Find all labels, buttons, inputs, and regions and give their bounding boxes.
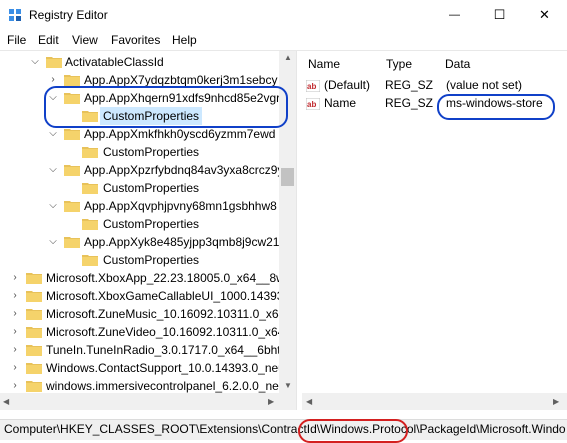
- annotation-oval-tree: [44, 86, 288, 128]
- value-name: Name: [324, 96, 357, 110]
- values-horizontal-scrollbar[interactable]: [302, 393, 567, 410]
- tree-row-contactsupport[interactable]: › Windows.ContactSupport_10.0.14393.0_ne…: [0, 359, 279, 377]
- svg-text:ab: ab: [307, 82, 316, 91]
- collapse-chevron-icon[interactable]: ⌵: [48, 197, 58, 215]
- expand-chevron-icon[interactable]: ›: [10, 305, 20, 323]
- tree-label: Microsoft.ZuneMusic_10.16092.10311.0_x64…: [46, 307, 279, 321]
- window-title: Registry Editor: [29, 8, 108, 22]
- tree-row-customproperties[interactable]: CustomProperties: [0, 143, 279, 161]
- tree-row-xboxapp[interactable]: › Microsoft.XboxApp_22.23.18005.0_x64__8…: [0, 269, 279, 287]
- expand-chevron-icon[interactable]: ›: [10, 287, 20, 305]
- tree-row-customproperties[interactable]: CustomProperties: [0, 251, 279, 269]
- ab-string-icon: ab: [305, 97, 321, 111]
- tree-row-appxpzrfyb[interactable]: ⌵ App.AppXpzrfybdnq84av3yxa8crcz9y: [0, 161, 279, 179]
- tree-label: Microsoft.XboxApp_22.23.18005.0_x64__8we…: [46, 271, 279, 285]
- expand-chevron-icon[interactable]: ›: [10, 269, 20, 287]
- folder-icon: [64, 73, 80, 86]
- annotation-oval-status: [298, 419, 408, 443]
- folder-icon: [26, 343, 42, 356]
- tree-label: TuneIn.TuneInRadio_3.0.1717.0_x64__6bhtb…: [46, 343, 279, 357]
- scroll-left-arrow-icon[interactable]: ◀: [306, 397, 312, 406]
- folder-icon: [26, 307, 42, 320]
- tree-row-customproperties[interactable]: CustomProperties: [0, 179, 279, 197]
- tree-row-customproperties[interactable]: CustomProperties: [0, 215, 279, 233]
- tree-horizontal-scrollbar[interactable]: [0, 393, 296, 410]
- value-type: REG_SZ: [385, 78, 434, 92]
- path-prefix: Computer\HKEY_CLASSES_ROOT\Extensions\Co…: [4, 422, 321, 436]
- tree-label: CustomProperties: [103, 145, 200, 159]
- folder-icon: [64, 127, 80, 140]
- tree-row-tuneinradio[interactable]: › TuneIn.TuneInRadio_3.0.1717.0_x64__6bh…: [0, 341, 279, 359]
- tree-label: App.AppXyk8e485yjpp3qmb8j9cw21: [84, 235, 279, 249]
- expand-chevron-icon[interactable]: ›: [10, 341, 20, 359]
- menu-file[interactable]: File: [7, 33, 26, 47]
- column-header-type[interactable]: Type: [386, 57, 412, 71]
- maximize-button[interactable]: ☐: [477, 0, 522, 30]
- tree-label: ActivatableClassId: [65, 55, 164, 69]
- minimize-button[interactable]: —: [432, 0, 477, 30]
- folder-icon: [64, 235, 80, 248]
- value-data: (value not set): [446, 78, 523, 92]
- tree-row-immersivecontrolpanel[interactable]: › windows.immersivecontrolpanel_6.2.0.0_…: [0, 377, 279, 393]
- folder-icon: [64, 163, 80, 176]
- close-button[interactable]: ✕: [522, 0, 567, 30]
- tree-label: CustomProperties: [103, 253, 200, 267]
- folder-icon: [26, 379, 42, 392]
- tree-label: CustomProperties: [103, 217, 200, 231]
- folder-icon: [46, 55, 62, 68]
- scroll-right-arrow-icon[interactable]: ▶: [268, 397, 274, 406]
- tree-label: Microsoft.XboxGameCallableUI_1000.14393.…: [46, 289, 279, 303]
- folder-icon: [82, 145, 98, 158]
- tree-label: App.AppXpzrfybdnq84av3yxa8crcz9y: [84, 163, 279, 177]
- value-type: REG_SZ: [385, 96, 434, 110]
- tree-row-zunevideo[interactable]: › Microsoft.ZuneVideo_10.16092.10311.0_x…: [0, 323, 279, 341]
- collapse-chevron-icon[interactable]: ⌵: [48, 233, 58, 251]
- folder-icon: [26, 271, 42, 284]
- tree-label: windows.immersivecontrolpanel_6.2.0.0_ne…: [46, 379, 279, 393]
- address-path[interactable]: Computer\HKEY_CLASSES_ROOT\Extensions\Co…: [4, 422, 566, 436]
- svg-text:ab: ab: [307, 100, 316, 109]
- collapse-chevron-icon[interactable]: ⌵: [48, 161, 58, 179]
- menu-favorites[interactable]: Favorites: [111, 33, 160, 47]
- expand-chevron-icon[interactable]: ›: [10, 323, 20, 341]
- tree-label: Windows.ContactSupport_10.0.14393.0_neut: [46, 361, 279, 375]
- folder-icon: [82, 181, 98, 194]
- folder-icon: [26, 325, 42, 338]
- maximize-icon: ☐: [493, 7, 506, 22]
- column-header-name[interactable]: Name: [308, 57, 340, 71]
- scroll-down-arrow-icon[interactable]: ▼: [284, 381, 292, 390]
- column-header-data[interactable]: Data: [445, 57, 470, 71]
- path-suffix: \PackageId\Microsoft.Windo: [416, 422, 566, 436]
- tree-row-appxqvphj[interactable]: ⌵ App.AppXqvphjpvny68mn1gsbhhw8: [0, 197, 279, 215]
- tree-row-appxyk8e[interactable]: ⌵ App.AppXyk8e485yjpp3qmb8j9cw21: [0, 233, 279, 251]
- value-name: (Default): [324, 78, 371, 92]
- tree-scrollbar-thumb[interactable]: [281, 168, 294, 186]
- scroll-right-arrow-icon[interactable]: ▶: [553, 397, 559, 406]
- menu-edit[interactable]: Edit: [38, 33, 59, 47]
- tree-row-activatableclassid[interactable]: ⌵ ActivatableClassId: [0, 53, 279, 71]
- menu-view[interactable]: View: [72, 33, 98, 47]
- tree-label: CustomProperties: [103, 181, 200, 195]
- ab-string-icon: ab: [305, 79, 321, 93]
- value-row-default[interactable]: ab (Default) REG_SZ (value not set): [305, 76, 564, 94]
- scroll-left-arrow-icon[interactable]: ◀: [3, 397, 9, 406]
- expand-chevron-icon[interactable]: ›: [10, 377, 20, 393]
- minimize-icon: —: [449, 9, 460, 21]
- folder-icon: [82, 253, 98, 266]
- collapse-chevron-icon[interactable]: ⌵: [30, 53, 40, 71]
- tree-label: Microsoft.ZuneVideo_10.16092.10311.0_x64…: [46, 325, 279, 339]
- tree-label: App.AppXqvphjpvny68mn1gsbhhw8: [84, 199, 277, 213]
- close-icon: ✕: [539, 7, 550, 22]
- tree-row-xboxgamecallableui[interactable]: › Microsoft.XboxGameCallableUI_1000.1439…: [0, 287, 279, 305]
- folder-icon: [26, 289, 42, 302]
- annotation-oval-data: [437, 94, 555, 120]
- folder-icon: [64, 199, 80, 212]
- scroll-up-arrow-icon[interactable]: ▲: [284, 53, 292, 62]
- folder-icon: [26, 361, 42, 374]
- expand-chevron-icon[interactable]: ›: [10, 359, 20, 377]
- menu-help[interactable]: Help: [172, 33, 197, 47]
- registry-editor-app-icon: [8, 8, 22, 22]
- folder-icon: [82, 217, 98, 230]
- tree-row-zunemusic[interactable]: › Microsoft.ZuneMusic_10.16092.10311.0_x…: [0, 305, 279, 323]
